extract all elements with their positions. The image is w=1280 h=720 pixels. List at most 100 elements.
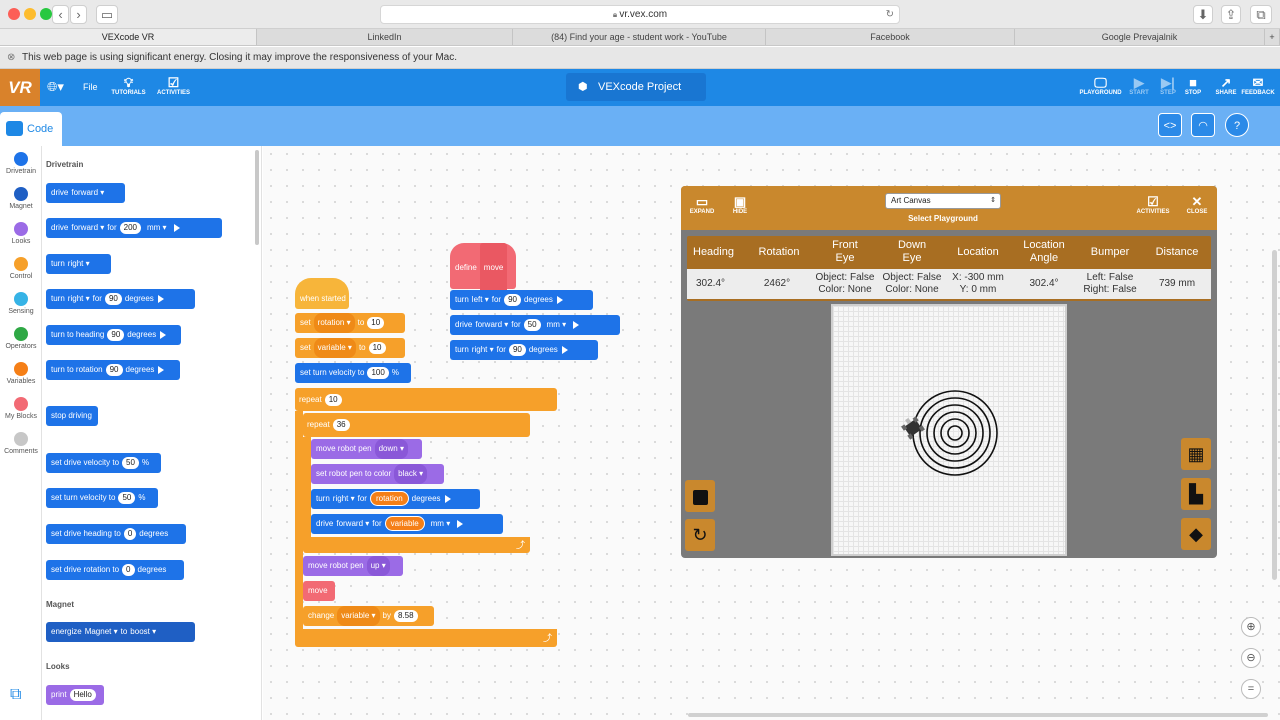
camera-view-icon[interactable]: ▙ <box>1181 478 1211 510</box>
playground-select[interactable]: Art Canvas ⇕ <box>885 193 1001 209</box>
language-globe-icon[interactable]: 🌐︎▾ <box>47 79 64 95</box>
reload-icon[interactable]: ↻ <box>886 6 894 23</box>
activities-label: ACTIVITIES <box>156 90 190 96</box>
feedback-label: FEEDBACK <box>1241 90 1275 96</box>
stop-driving-block[interactable]: stop driving <box>46 406 98 426</box>
forward-icon[interactable]: › <box>70 5 87 24</box>
category-magnet[interactable]: Magnet <box>0 187 42 210</box>
tabs-overview-icon[interactable]: ⧉ <box>1250 5 1272 24</box>
code-tab[interactable]: Code <box>0 112 62 146</box>
pen-toggle-icon[interactable] <box>685 480 715 512</box>
workspace-horizontal-scrollbar[interactable] <box>688 713 1268 717</box>
drive-block[interactable]: drive forward ▾ <box>46 183 125 203</box>
drive-forward-block[interactable]: drive forward ▾ for 50 mm ▾ <box>450 315 620 335</box>
workspace-vertical-scrollbar[interactable] <box>1272 250 1277 580</box>
extensions-icon[interactable]: ⧉ <box>10 686 21 704</box>
sensor-value: Object: False Color: None <box>882 272 942 295</box>
url-bar[interactable]: 🔒︎ vr.vex.com ↻ <box>380 5 900 24</box>
turn-right-block[interactable]: turn right ▾ for 90 degrees <box>450 340 598 360</box>
robot-icon <box>901 416 925 440</box>
category-control[interactable]: Control <box>0 257 42 280</box>
pg-activities-button[interactable]: ☑ ACTIVITIES <box>1135 194 1171 215</box>
category-variables[interactable]: Variables <box>0 362 42 385</box>
browser-tab[interactable]: Google Prevajalnik <box>1015 29 1265 45</box>
category-drivetrain[interactable]: Drivetrain <box>0 152 42 175</box>
define-move-block[interactable]: define move <box>450 243 516 293</box>
category-label: Operators <box>5 343 37 350</box>
change-variable-block[interactable]: change variable ▾ by 8.58 <box>303 606 434 626</box>
set-turn-velocity-block[interactable]: set turn velocity to 50% <box>46 488 158 508</box>
set-drive-rotation-block[interactable]: set drive rotation to 0 degrees <box>46 560 184 580</box>
category-label: Drivetrain <box>6 168 36 175</box>
browser-tab[interactable]: (84) Find your age - student work - YouT… <box>513 29 766 45</box>
browser-tab[interactable]: Facebook <box>766 29 1015 45</box>
zoom-reset-icon[interactable]: = <box>1241 679 1261 699</box>
category-my-blocks[interactable]: My Blocks <box>0 397 42 420</box>
back-icon[interactable]: ‹ <box>52 5 69 24</box>
feedback-button[interactable]: ✉ FEEDBACK <box>1241 75 1275 96</box>
turn-left-block[interactable]: turn left ▾ for 90 degrees <box>450 290 593 310</box>
robot-view-icon[interactable]: ◆ <box>1181 518 1211 550</box>
tutorials-button[interactable]: 💡︎ TUTORIALS <box>110 75 147 96</box>
turn-to-heading-block[interactable]: turn to heading 90 degrees <box>46 325 181 345</box>
sidebar-icon[interactable]: ▭ <box>96 5 118 24</box>
stop-button[interactable]: ■ STOP <box>1182 75 1204 96</box>
help-icon[interactable]: ? <box>1225 113 1249 137</box>
category-sensing[interactable]: Sensing <box>0 292 42 315</box>
drive-for-block[interactable]: drive forward ▾ for 200 mm ▾ <box>46 218 222 238</box>
expand-button[interactable]: ▭ EXPAND <box>687 194 717 215</box>
palette-scrollbar[interactable] <box>255 150 259 245</box>
turn-to-rotation-block[interactable]: turn to rotation 90 degrees <box>46 360 180 380</box>
new-tab-icon[interactable]: + <box>1265 29 1280 45</box>
set-turn-velocity-block[interactable]: set turn velocity to 100% <box>295 363 411 383</box>
browser-tab[interactable]: LinkedIn <box>257 29 513 45</box>
file-menu[interactable]: File <box>83 82 98 92</box>
code-view-icon[interactable]: <> <box>1158 113 1182 137</box>
set-variable-block[interactable]: set variable ▾ to 10 <box>295 338 405 358</box>
turn-block[interactable]: turn right ▾ <box>46 254 111 274</box>
when-started-block[interactable]: when started <box>295 278 349 309</box>
pen-up-block[interactable]: move robot pen up ▾ <box>303 556 403 576</box>
set-drive-velocity-block[interactable]: set drive velocity to 50% <box>46 453 161 473</box>
activities-button[interactable]: ☑ ACTIVITIES <box>155 75 192 96</box>
drive-for-variable-block[interactable]: drive forward ▾ for variable mm ▾ <box>311 514 503 534</box>
reset-icon[interactable]: ↻ <box>685 519 715 551</box>
select-arrows-icon: ⇕ <box>990 197 996 204</box>
zoom-out-icon[interactable]: ⊖ <box>1241 648 1261 668</box>
repeat-outer-label: repeat 10 <box>299 388 345 411</box>
pen-down-block[interactable]: move robot pen down ▾ <box>311 439 422 459</box>
set-drive-heading-block[interactable]: set drive heading to 0 degrees <box>46 524 186 544</box>
minimize-window-dot[interactable] <box>24 8 36 20</box>
sensor-header: Rotation <box>758 245 800 258</box>
category-operators[interactable]: Operators <box>0 327 42 350</box>
move-call-block[interactable]: move <box>303 581 335 601</box>
zoom-in-icon[interactable]: ⊕ <box>1241 617 1261 637</box>
sensor-header: Down Eye <box>897 239 927 264</box>
print-block[interactable]: print Hello <box>46 685 104 705</box>
share-button[interactable]: ↗ SHARE <box>1213 75 1239 96</box>
set-rotation-block[interactable]: set rotation ▾ to 10 <box>295 313 405 333</box>
share-icon[interactable]: ⇪ <box>1221 5 1241 24</box>
turn-for-variable-block[interactable]: turn right ▾ for rotation degrees <box>311 489 480 509</box>
dashboard-icon[interactable]: ◠ <box>1191 113 1215 137</box>
pen-color-block[interactable]: set robot pen to color black ▾ <box>311 464 444 484</box>
turn-for-block[interactable]: turn right ▾ for 90 degrees <box>46 289 195 309</box>
close-notice-icon[interactable]: ⊗ <box>7 47 15 68</box>
start-button[interactable]: ▶ START <box>1127 75 1151 96</box>
art-canvas[interactable] <box>831 304 1067 556</box>
close-window-dot[interactable] <box>8 8 20 20</box>
pg-close-button[interactable]: ✕ CLOSE <box>1183 194 1211 215</box>
browser-tab[interactable]: VEXcode VR <box>0 29 257 45</box>
category-comments[interactable]: Comments <box>0 432 42 455</box>
hide-button[interactable]: ▣ HIDE <box>727 194 753 215</box>
project-title[interactable]: ⬢ VEXcode Project <box>566 73 706 101</box>
sensor-header: Front Eye <box>832 239 858 264</box>
download-icon[interactable]: ⬇ <box>1193 5 1213 24</box>
category-looks[interactable]: Looks <box>0 222 42 245</box>
step-button[interactable]: ▶| STEP <box>1156 75 1180 96</box>
maximize-window-dot[interactable] <box>40 8 52 20</box>
activities-icon: ☑ <box>1147 194 1159 209</box>
grid-toggle-icon[interactable]: ▦ <box>1181 438 1211 470</box>
energize-magnet-block[interactable]: energize Magnet ▾ to boost ▾ <box>46 622 195 642</box>
playground-button[interactable]: 🖵︎ PLAYGROUND <box>1079 75 1122 96</box>
